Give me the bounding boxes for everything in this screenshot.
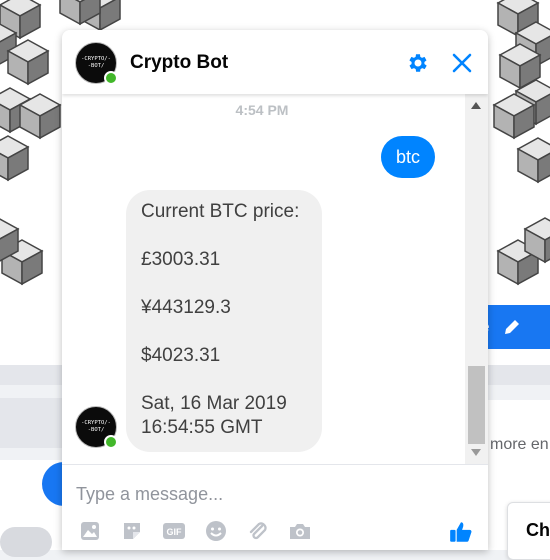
- avatar[interactable]: -CRYPTO/- -BOT/: [75, 42, 118, 85]
- outgoing-message[interactable]: btc: [381, 136, 436, 178]
- gif-button[interactable]: GIF: [162, 519, 188, 545]
- scroll-down-arrow[interactable]: [471, 449, 481, 456]
- message-line: ¥443129.3: [141, 297, 231, 318]
- pencil-icon: [505, 320, 519, 334]
- gear-icon: [409, 54, 427, 72]
- avatar-text-line1: -CRYPTO/-: [81, 420, 111, 426]
- incoming-message[interactable]: Current BTC price: £3003.31 ¥443129.3 $4…: [126, 190, 322, 452]
- message-line: $4023.31: [141, 345, 221, 366]
- message-line: Sat, 16 Mar 2019 16:54:55 GMT: [141, 393, 287, 438]
- settings-button[interactable]: [406, 51, 430, 75]
- more-link[interactable]: more en: [490, 436, 549, 454]
- online-status-dot: [104, 435, 118, 449]
- sticker-icon: [124, 523, 140, 539]
- avatar-text-line1: -CRYPTO/-: [81, 56, 111, 62]
- avatar-text-line2: -BOT/: [87, 63, 105, 69]
- close-icon: [452, 53, 472, 73]
- message-input[interactable]: [74, 479, 458, 509]
- emoji-icon: [206, 521, 226, 541]
- message-list: 4:54 PM btc Current BTC price: £3003.31 …: [62, 94, 488, 464]
- chat-window: -CRYPTO/- -BOT/ Crypto Bot 4:54 PM btc C…: [62, 30, 488, 550]
- gif-icon: GIF: [163, 523, 185, 539]
- scroll-up-arrow[interactable]: [471, 102, 481, 109]
- camera-icon: [290, 524, 310, 539]
- message-line: £3003.31: [141, 249, 221, 270]
- attachment-icon: [249, 522, 267, 540]
- camera-button[interactable]: [288, 519, 314, 545]
- online-status-dot: [104, 71, 118, 85]
- message-timestamp: 4:54 PM: [235, 102, 289, 118]
- attachment-button[interactable]: [246, 519, 272, 545]
- like-icon: [450, 522, 472, 542]
- chat-header: -CRYPTO/- -BOT/ Crypto Bot: [62, 30, 488, 94]
- chat-card[interactable]: Ch: [507, 502, 550, 560]
- gray-pill: [0, 527, 52, 557]
- emoji-button[interactable]: [204, 519, 230, 545]
- bot-avatar[interactable]: -CRYPTO/- -BOT/: [75, 406, 118, 449]
- message-composer: GIF: [62, 464, 488, 550]
- photo-icon: [81, 522, 99, 540]
- close-button[interactable]: [450, 51, 474, 75]
- sticker-button[interactable]: [120, 519, 146, 545]
- left-panel: [0, 398, 62, 448]
- chat-card-label: Ch: [526, 520, 550, 540]
- chat-title[interactable]: Crypto Bot: [130, 52, 228, 74]
- message-scrollbar[interactable]: [465, 94, 488, 464]
- avatar-text-line2: -BOT/: [87, 427, 105, 433]
- message-line: Current BTC price:: [141, 201, 300, 222]
- svg-text:GIF: GIF: [167, 527, 183, 537]
- photo-button[interactable]: [78, 519, 104, 545]
- like-button[interactable]: [448, 519, 474, 545]
- scroll-thumb[interactable]: [468, 366, 485, 444]
